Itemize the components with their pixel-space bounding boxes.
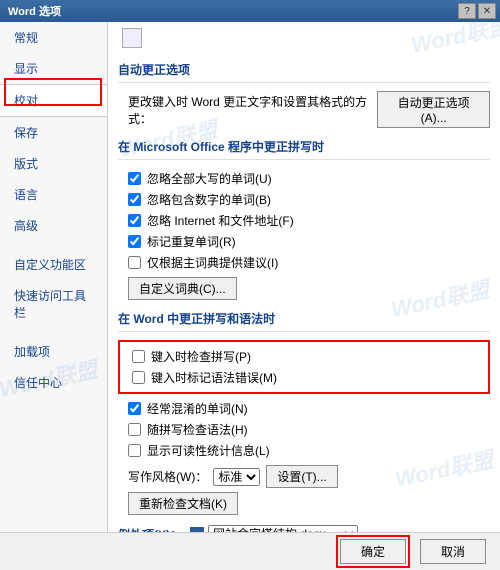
cb-ignore-internet[interactable]: 忽略 Internet 和文件地址(F): [128, 210, 490, 231]
section-office-spelling: 在 Microsoft Office 程序中更正拼写时: [118, 132, 490, 160]
exceptions-label: 例外项(X)：: [118, 526, 182, 533]
ok-button[interactable]: 确定: [340, 539, 406, 564]
sidebar-item-customize-ribbon[interactable]: 自定义功能区: [0, 249, 107, 280]
recheck-document-button[interactable]: 重新检查文档(K): [128, 492, 238, 515]
cb-main-dict-only[interactable]: 仅根据主词典提供建议(I): [128, 252, 490, 273]
sidebar-item-addins[interactable]: 加载项: [0, 336, 107, 367]
cb-flag-repeated[interactable]: 标记重复单词(R): [128, 231, 490, 252]
writing-style-label: 写作风格(W)：: [128, 468, 207, 485]
cb-check-spelling-typing[interactable]: 键入时检查拼写(P): [132, 346, 486, 367]
section-exceptions: 例外项(X)： 网站金字塔结构.docx: [118, 519, 490, 532]
highlight-ok: 确定: [336, 535, 410, 568]
cb-readability-stats[interactable]: 显示可读性统计信息(L): [128, 440, 490, 461]
page-icon: [122, 28, 142, 48]
close-button[interactable]: ✕: [478, 3, 496, 19]
cancel-button[interactable]: 取消: [420, 539, 486, 564]
sidebar-item-advanced[interactable]: 高级: [0, 210, 107, 241]
window-title: Word 选项: [4, 3, 456, 19]
autocorrect-label: 更改键入时 Word 更正文字和设置其格式的方式：: [128, 93, 371, 127]
writing-style-select[interactable]: 标准: [213, 468, 260, 486]
section-word-spelling: 在 Word 中更正拼写和语法时: [118, 304, 490, 332]
section-autocorrect: 自动更正选项: [118, 55, 490, 83]
sidebar-item-save[interactable]: 保存: [0, 117, 107, 148]
dialog-footer: 确定 取消: [0, 532, 500, 570]
sidebar-item-general[interactable]: 常规: [0, 22, 107, 53]
help-button[interactable]: ?: [458, 3, 476, 19]
sidebar-item-qat[interactable]: 快速访问工具栏: [0, 280, 107, 328]
sidebar-item-trust[interactable]: 信任中心: [0, 367, 107, 398]
sidebar: 常规 显示 校对 保存 版式 语言 高级 自定义功能区 快速访问工具栏 加载项 …: [0, 22, 108, 532]
sidebar-item-language[interactable]: 语言: [0, 179, 107, 210]
sidebar-item-display[interactable]: 显示: [0, 53, 107, 84]
sidebar-item-layout[interactable]: 版式: [0, 148, 107, 179]
writing-style-settings-button[interactable]: 设置(T)...: [266, 465, 337, 488]
custom-dictionaries-button[interactable]: 自定义词典(C)...: [128, 277, 237, 300]
autocorrect-options-button[interactable]: 自动更正选项(A)...: [377, 91, 490, 128]
titlebar: Word 选项 ? ✕: [0, 0, 500, 22]
cb-ignore-uppercase[interactable]: 忽略全部大写的单词(U): [128, 168, 490, 189]
sidebar-item-proofing[interactable]: 校对: [0, 84, 107, 117]
word-doc-icon: [190, 527, 204, 532]
cb-ignore-numbers[interactable]: 忽略包含数字的单词(B): [128, 189, 490, 210]
cb-grammar-with-spelling[interactable]: 随拼写检查语法(H): [128, 419, 490, 440]
cb-mark-grammar-typing[interactable]: 键入时标记语法错误(M): [132, 367, 486, 388]
content-panel: Word联盟 Word联盟 Word联盟 Word联盟 自动更正选项 更改键入时…: [108, 22, 500, 532]
exceptions-doc-select[interactable]: 网站金字塔结构.docx: [208, 525, 358, 532]
highlight-spellcheck-options: 键入时检查拼写(P) 键入时标记语法错误(M): [118, 340, 490, 394]
cb-confused-words[interactable]: 经常混淆的单词(N): [128, 398, 490, 419]
